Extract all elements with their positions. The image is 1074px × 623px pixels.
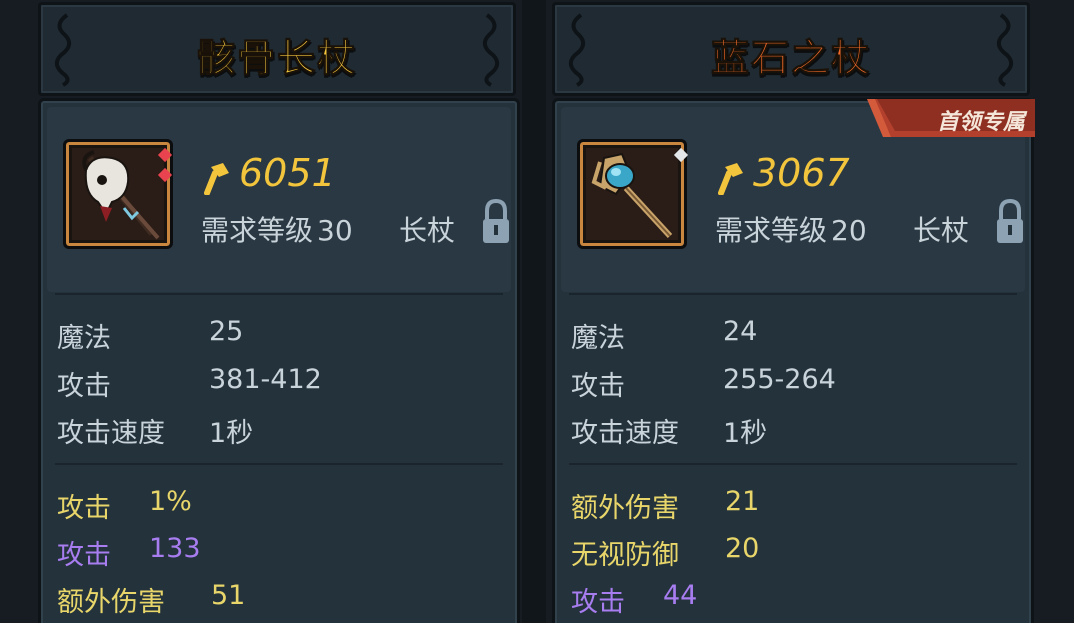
bonus-stat-row: 攻击 1% [57,486,192,525]
item-card-right[interactable]: 蓝石之杖 首领专属 3067 需求等级 20 长杖 魔法 24 攻击 255-2… [544,0,1035,623]
section-divider [55,293,503,295]
stat-value: 255-264 [723,364,836,395]
req-label: 需求等级 [715,214,828,247]
stat-value: 1秒 [723,418,768,449]
power-icon [204,163,229,195]
bonus-stat-row: 额外伤害 21 [571,486,759,525]
stat-label: 攻击 [571,371,625,402]
bonus-label: 攻击 [57,493,111,524]
lock-icon[interactable] [995,199,1025,245]
boss-exclusive-label: 首领专属 [936,110,1025,135]
stat-value: 381-412 [209,364,322,395]
bonus-value: 20 [725,533,760,564]
section-divider [569,463,1017,465]
divider-gap [522,0,546,623]
item-card-left[interactable]: 骸骨长杖 6051 需求等级 30 长杖 魔法 25 攻击 381-412 攻击… [30,0,520,623]
req-level: 30 [317,214,353,247]
stat-label: 攻击速度 [57,418,165,449]
stat-value: 1秒 [209,418,254,449]
title-banner: 蓝石之杖 [552,2,1030,96]
lock-icon[interactable] [481,199,511,245]
item-type: 长杖 [399,214,456,247]
power-value: 3067 [753,151,850,195]
bonus-value: 21 [725,486,760,517]
req-level: 20 [831,214,867,247]
stat-row: 攻击速度 1秒 [571,411,767,450]
bonus-value: 133 [149,533,201,564]
bonus-value: 51 [211,580,246,611]
bonus-stat-row: 无视防御 20 [571,533,759,572]
stat-label: 攻击速度 [571,418,679,449]
item-detail-panel: 首领专属 3067 需求等级 20 长杖 魔法 24 攻击 255-264 攻击… [552,98,1035,623]
item-title: 蓝石之杖 [710,36,871,81]
item-compare-screen: 骸骨长杖 6051 需求等级 30 长杖 魔法 25 攻击 381-412 攻击… [0,0,1074,623]
blue-stone-staff-icon[interactable] [577,139,689,249]
bonus-stat-row: 额外伤害 51 [57,580,245,619]
power-icon [718,163,743,195]
bonus-label: 额外伤害 [57,587,165,618]
stat-value: 25 [209,316,244,347]
skull-staff-icon[interactable] [63,139,173,249]
item-detail-panel: 6051 需求等级 30 长杖 魔法 25 攻击 381-412 攻击速度 1秒… [38,98,520,623]
bonus-label: 无视防御 [571,540,679,571]
stat-label: 攻击 [57,371,111,402]
power-value: 6051 [239,151,336,195]
requirement-line: 需求等级 30 长杖 [201,209,455,249]
bonus-value: 1% [149,486,192,517]
stat-label: 魔法 [571,323,625,354]
section-divider [55,463,503,465]
bonus-label: 攻击 [57,540,111,571]
bonus-label: 攻击 [571,587,625,618]
req-label: 需求等级 [201,214,314,247]
stat-row: 魔法 25 [57,316,243,355]
stat-row: 攻击 255-264 [571,364,836,403]
item-title: 骸骨长杖 [196,36,357,81]
title-banner: 骸骨长杖 [38,2,516,96]
stat-label: 魔法 [57,323,111,354]
bonus-stat-row: 攻击 44 [571,580,697,619]
bonus-stat-row: 攻击 133 [57,533,201,572]
bonus-value: 44 [663,580,698,611]
stat-row: 攻击速度 1秒 [57,411,253,450]
stat-value: 24 [723,316,758,347]
item-type: 长杖 [913,214,970,247]
stat-row: 魔法 24 [571,316,757,355]
bonus-label: 额外伤害 [571,493,679,524]
section-divider [569,293,1017,295]
stat-row: 攻击 381-412 [57,364,322,403]
requirement-line: 需求等级 20 长杖 [715,209,969,249]
